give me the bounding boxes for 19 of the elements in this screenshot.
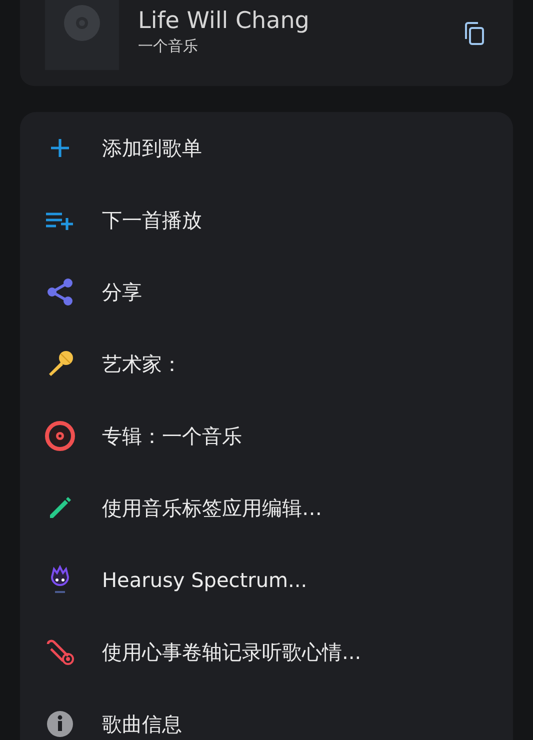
share-icon [47, 278, 73, 306]
menu-item[interactable]: 下一首播放 [20, 184, 513, 256]
menu-item[interactable]: 添加到歌单 [20, 112, 513, 184]
song-title: Life Will Chang [138, 7, 310, 36]
plus-icon [50, 138, 70, 158]
scroll-icon [45, 638, 75, 666]
menu-item[interactable]: 艺术家： [20, 328, 513, 400]
menu-item[interactable]: 歌曲信息 [20, 688, 513, 740]
menu-item[interactable]: 专辑：一个音乐 [20, 400, 513, 472]
song-artist: 一个音乐 [138, 36, 199, 56]
copy-icon[interactable] [463, 22, 485, 46]
menu-item[interactable]: Hearusy Spectrum... [20, 544, 513, 616]
menu-item[interactable]: 分享 [20, 256, 513, 328]
pencil-icon [47, 495, 73, 521]
menu-item[interactable]: 使用音乐标签应用编辑… [20, 472, 513, 544]
queue-add-icon [46, 210, 74, 230]
menu-item[interactable]: 使用心事卷轴记录听歌心情... [20, 616, 513, 688]
flame-mascot-icon [48, 565, 72, 595]
disc-icon [45, 421, 75, 451]
